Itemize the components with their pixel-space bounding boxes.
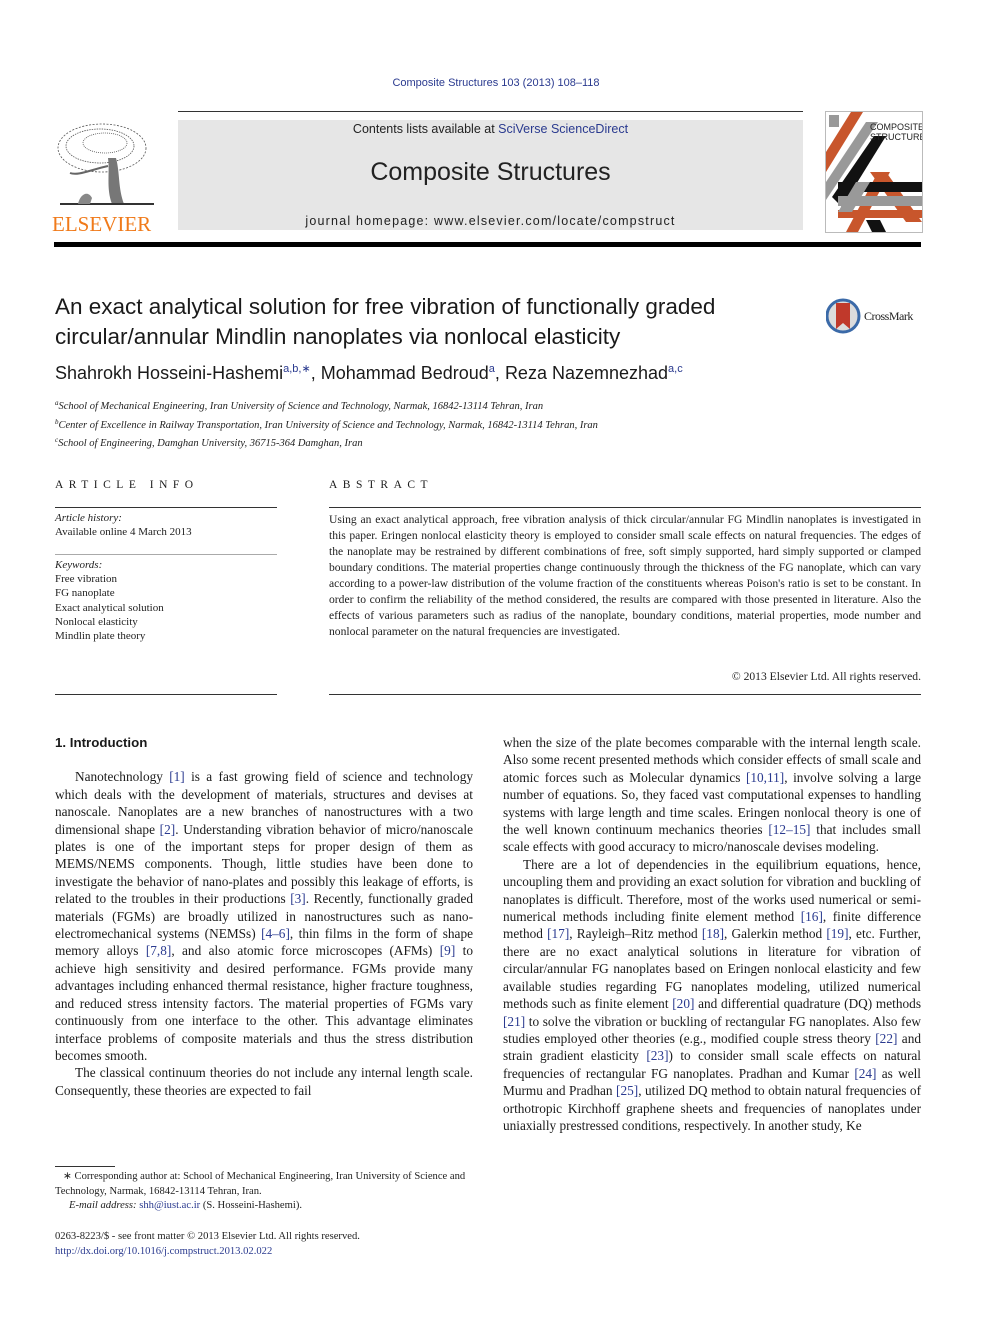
history-value: Available online 4 March 2013 [55,526,192,539]
author-affiliation-marks[interactable]: a,c [668,363,683,375]
abstract-bottom-rule [329,694,921,695]
corresponding-author-footnote: ∗ Corresponding author at: School of Mec… [55,1170,473,1214]
citation-link[interactable]: [4–6] [261,926,290,941]
paragraph: Nanotechnology [1] is a fast growing fie… [55,769,474,1063]
citation-link[interactable]: [2] [160,822,176,837]
citation-link[interactable]: [23] [646,1048,668,1063]
paragraph: when the size of the plate becomes compa… [503,735,921,855]
journal-homepage-link[interactable]: journal homepage: www.elsevier.com/locat… [178,214,803,228]
author-name[interactable]: Shahrokh Hosseini-Hashemi [55,363,283,383]
citation-link[interactable]: [10,11] [746,770,784,785]
history-label: Article history: [55,512,122,524]
footnote-rule [55,1166,115,1167]
citation-link[interactable]: [18] [702,926,724,941]
contents-available-line: Contents lists available at SciVerse Sci… [352,122,629,136]
author-name[interactable]: Reza Nazemnezhad [505,363,668,383]
article-title: An exact analytical solution for free vi… [55,292,795,352]
affiliation: cSchool of Engineering, Damghan Universi… [55,436,363,449]
citation-link[interactable]: [7,8] [146,943,171,958]
keywords: Keywords: Free vibration FG nanoplate Ex… [55,558,277,643]
citation-link[interactable]: [22] [875,1031,897,1046]
crossmark-icon [825,298,861,334]
header-thick-rule [54,242,921,247]
keyword: Nonlocal elasticity [55,615,138,628]
author-name[interactable]: Mohammad Bedroud [321,363,489,383]
affiliations: aSchool of Mechanical Engineering, Iran … [55,396,598,452]
keywords-label: Keywords: [55,559,103,571]
journal-reference-link[interactable]: Composite Structures 103 (2013) 108–118 [0,77,992,89]
keyword: Free vibration [55,573,118,586]
keyword: Exact analytical solution [55,601,164,614]
title-line-2: circular/annular Mindlin nanoplates via … [55,324,621,349]
journal-title: Composite Structures [370,158,611,186]
corresponding-author-note: ∗ Corresponding author at: School of Mec… [55,1171,466,1197]
section-heading-introduction: 1. Introduction [55,735,148,750]
abstract-copyright: © 2013 Elsevier Ltd. All rights reserved… [731,670,921,683]
abstract-heading: ABSTRACT [329,479,434,491]
issn-doi-block: 0263-8223/$ - see front matter © 2013 El… [55,1230,495,1259]
abstract-text: Using an exact analytical approach, free… [329,513,921,638]
citation-link[interactable]: [25] [616,1083,638,1098]
body-right-column: when the size of the plate becomes compa… [503,734,921,1134]
citation-link[interactable]: [17] [547,926,569,941]
author-affiliation-marks[interactable]: a,b,∗ [283,363,311,375]
elsevier-logo[interactable]: ELSEVIER [50,118,160,236]
affiliation: aSchool of Mechanical Engineering, Iran … [55,399,544,412]
journal-cover-thumbnail[interactable]: COMPOSITE STRUCTURES [825,111,923,233]
keyword: FG nanoplate [55,587,115,600]
article-history: Article history: Available online 4 Marc… [55,511,277,539]
email-link[interactable]: shh@iust.ac.ir [139,1200,200,1211]
doi-link[interactable]: http://dx.doi.org/10.1016/j.compstruct.2… [55,1246,272,1257]
body-left-column: 1. Introduction Nanotechnology [1] is a … [55,734,473,1099]
article-info-rule [55,507,277,508]
citation-link[interactable]: [1] [169,769,185,784]
svg-text:STRUCTURES: STRUCTURES [870,132,922,142]
keyword: Mindlin plate theory [55,630,146,643]
citation-link[interactable]: [21] [503,1014,525,1029]
header-rule [178,111,803,112]
paragraph: The classical continuum theories do not … [55,1065,473,1098]
svg-text:COMPOSITE: COMPOSITE [870,122,922,132]
keywords-rule [55,554,277,555]
title-line-1: An exact analytical solution for free vi… [55,294,716,319]
composite-structures-cover-icon: COMPOSITE STRUCTURES [826,112,922,232]
crossmark-label: CrossMark [864,309,913,323]
citation-link[interactable]: [3] [290,891,306,906]
sciencedirect-link[interactable]: SciVerse ScienceDirect [498,122,628,136]
citation-link[interactable]: [12–15] [768,822,810,837]
email-line: E-mail address: shh@iust.ac.ir (S. Hosse… [69,1200,302,1211]
citation-link[interactable]: [19] [826,926,848,941]
article-info-heading: ARTICLE INFO [55,479,199,491]
abstract-rule [329,507,921,508]
article-info-bottom-rule [55,694,277,695]
issn-line: 0263-8223/$ - see front matter © 2013 El… [55,1231,360,1242]
citation-link[interactable]: [16] [801,909,823,924]
elsevier-tree-icon [57,123,154,205]
citation-link[interactable]: [20] [672,996,694,1011]
crossmark-button[interactable]: CrossMark [825,297,926,335]
affiliation: bCenter of Excellence in Railway Transpo… [55,417,598,431]
author-list: Shahrokh Hosseini-Hashemia,b,∗, Mohammad… [55,363,683,383]
journal-banner: Contents lists available at SciVerse Sci… [178,120,803,230]
citation-link[interactable]: [24] [854,1066,876,1081]
paragraph: There are a lot of dependencies in the e… [503,856,922,1133]
elsevier-wordmark: ELSEVIER [52,212,152,236]
citation-link[interactable]: [9] [440,943,456,958]
